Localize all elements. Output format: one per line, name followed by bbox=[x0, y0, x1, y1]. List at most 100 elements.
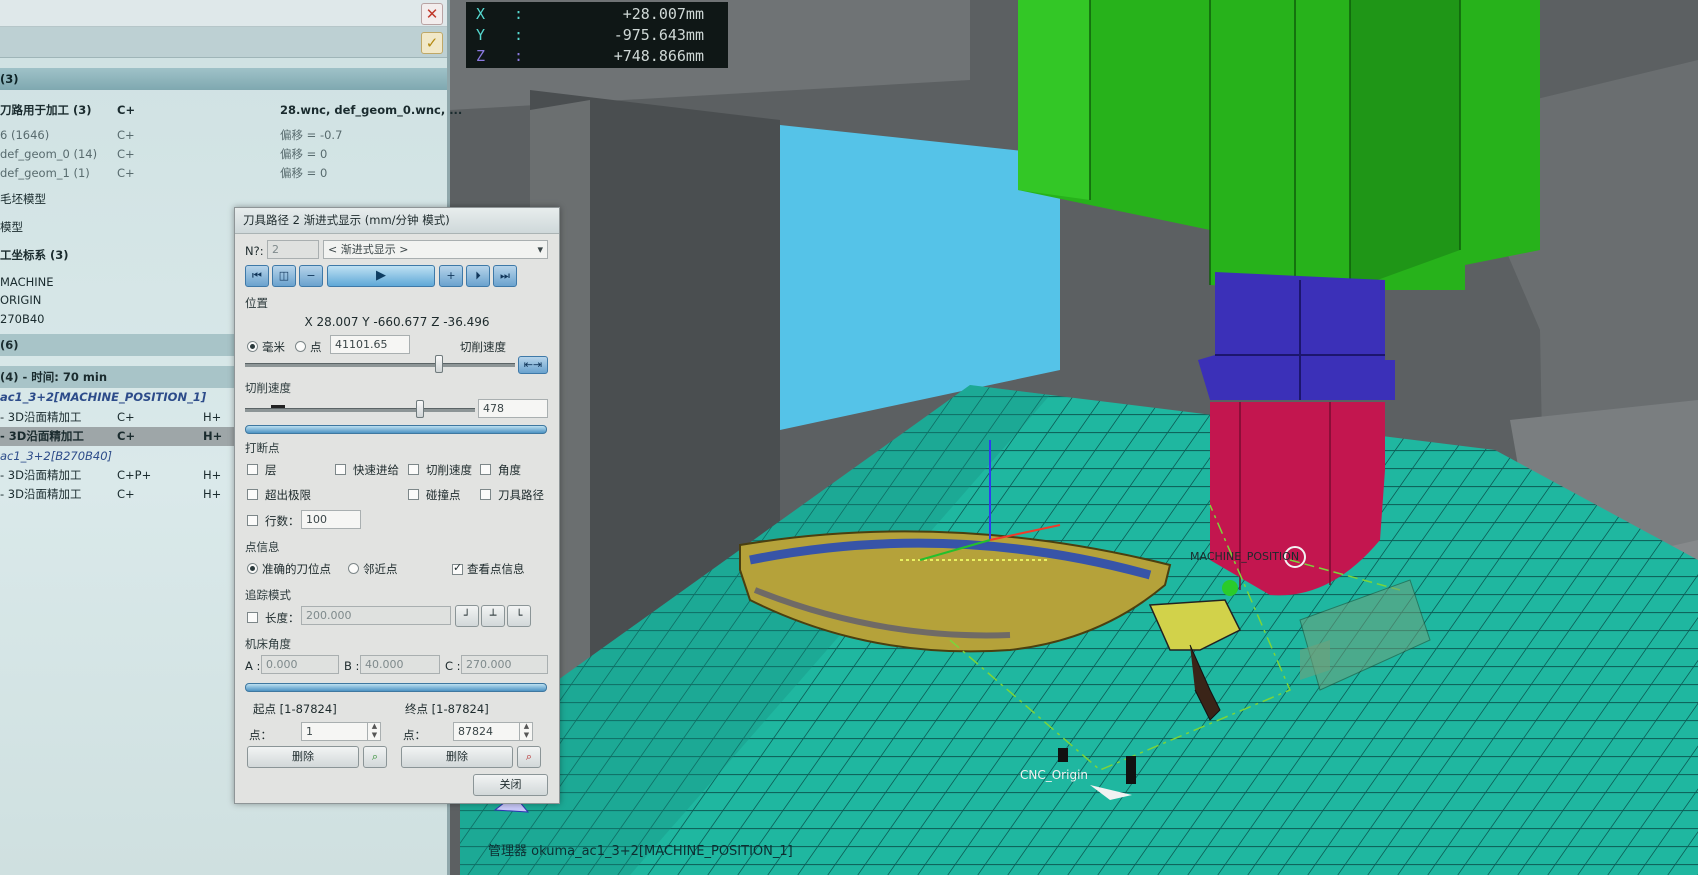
delete-start-button[interactable]: 删除 bbox=[247, 746, 359, 768]
coord-y-row: Y: -975.643mm bbox=[476, 25, 718, 46]
tree-cell-c1: ORIGIN bbox=[0, 293, 42, 307]
start-spinner-icon[interactable]: ▲ ▼ bbox=[367, 722, 381, 741]
3d-viewport[interactable]: CNC_Origin MACHINE_POSITION bbox=[450, 0, 1698, 875]
tree-cell-c2: C+ bbox=[117, 128, 135, 142]
lines-field[interactable]: 100 bbox=[301, 510, 361, 529]
position-slider-track[interactable] bbox=[245, 363, 515, 367]
checkbox-cutspeed[interactable] bbox=[408, 464, 419, 475]
checkbox-collision[interactable] bbox=[408, 489, 419, 500]
position-field[interactable]: 41101.65 bbox=[330, 335, 410, 354]
tree-cell-c4: 偏移 = -0.7 bbox=[280, 128, 343, 142]
angle-c-field[interactable]: 270.000 bbox=[461, 655, 548, 674]
coord-z-value: +748.866mm bbox=[613, 47, 704, 65]
pick-end-icon[interactable]: ⌕ bbox=[517, 746, 541, 768]
dialog-title: 刀具路径 2 渐进式显示 (mm/分钟 模式) bbox=[235, 208, 559, 234]
position-slider-thumb[interactable] bbox=[435, 355, 444, 373]
angle-a-field[interactable]: 0.000 bbox=[261, 655, 339, 674]
checkbox-overtravel[interactable] bbox=[247, 489, 258, 500]
first-frame-button[interactable]: ⏮ bbox=[245, 265, 269, 287]
tree-cell-c3: H+ bbox=[203, 468, 222, 482]
accept-check-icon[interactable]: ✓ bbox=[421, 32, 443, 54]
checkbox-layer-label: 层 bbox=[265, 463, 277, 477]
tree-cell-c1: def_geom_0 (14) bbox=[0, 147, 98, 161]
checkbox-toolpath[interactable] bbox=[480, 489, 491, 500]
end-spinner-icon[interactable]: ▲ ▼ bbox=[519, 722, 533, 741]
radio-near-point-label: 邻近点 bbox=[363, 562, 398, 576]
machine-angle-group-label: 机床角度 bbox=[245, 637, 291, 651]
tree-toolbar: ✓ bbox=[0, 27, 447, 58]
tree-cell-c1: 模型 bbox=[0, 220, 23, 234]
tree-row[interactable]: def_geom_0 (14) C+ 偏移 = 0 bbox=[0, 145, 447, 164]
tree-cell-c4: 偏移 = 0 bbox=[280, 147, 328, 161]
tree-cell-c1: - 3D沿面精加工 bbox=[0, 487, 82, 501]
tree-cell-c1: ac1_3+2[MACHINE_POSITION_1] bbox=[0, 390, 207, 404]
checkbox-view-point-info-label: 查看点信息 bbox=[467, 562, 525, 576]
length-field[interactable]: 200.000 bbox=[301, 606, 451, 625]
trace-mode-l-button[interactable]: └ bbox=[507, 605, 531, 627]
position-group-label: 位置 bbox=[245, 296, 268, 310]
coord-x-row: X: +28.007mm bbox=[476, 4, 718, 25]
coord-y-value: -975.643mm bbox=[613, 26, 704, 44]
point-info-group-label: 点信息 bbox=[245, 540, 280, 554]
cut-speed-link[interactable]: 切削速度 bbox=[460, 339, 506, 355]
tree-cell-c1: 270B40 bbox=[0, 312, 45, 326]
n-label: N?: bbox=[245, 244, 264, 258]
mode-select-value: < 渐进式显示 > bbox=[328, 243, 409, 256]
breakpoint-group-label: 打断点 bbox=[245, 441, 280, 455]
checkbox-rapid[interactable] bbox=[335, 464, 346, 475]
checkbox-view-point-info[interactable] bbox=[452, 561, 463, 575]
checkbox-length[interactable] bbox=[247, 612, 258, 623]
plus-button[interactable]: + bbox=[439, 265, 463, 287]
close-button[interactable]: 关闭 bbox=[473, 774, 548, 796]
checkbox-angle[interactable] bbox=[480, 464, 491, 475]
tree-cell-c2: C+ bbox=[117, 429, 136, 443]
trace-mode-t-button[interactable]: ┴ bbox=[481, 605, 505, 627]
step-back-button[interactable]: ◫ bbox=[272, 265, 296, 287]
tree-cell-c2: C+ bbox=[117, 166, 135, 180]
delete-end-button[interactable]: 删除 bbox=[401, 746, 513, 768]
tree-row[interactable]: 刀路用于加工 (3) C+ 28.wnc, def_geom_0.wnc, ... bbox=[0, 101, 462, 120]
tree-cell-c1: - 3D沿面精加工 bbox=[0, 429, 84, 443]
end-point-field-label: 点： bbox=[403, 728, 426, 742]
tree-cell-c2: C+ bbox=[117, 410, 135, 424]
radio-point[interactable] bbox=[295, 341, 306, 352]
radio-mm[interactable] bbox=[247, 341, 258, 352]
tree-cell-c3: H+ bbox=[203, 487, 222, 501]
tree-cell-c2: C+ bbox=[117, 103, 136, 117]
minus-button[interactable]: − bbox=[299, 265, 323, 287]
tree-row[interactable]: def_geom_1 (1) C+ 偏移 = 0 bbox=[0, 164, 447, 183]
collapse-bar-top[interactable] bbox=[245, 425, 547, 434]
radio-exact-point-label: 准确的刀位点 bbox=[262, 562, 331, 576]
trace-mode-corner-button[interactable]: ┘ bbox=[455, 605, 479, 627]
tree-row[interactable]: 6 (1646) C+ 偏移 = -0.7 bbox=[0, 126, 447, 145]
last-frame-button[interactable]: ⏭ bbox=[493, 265, 517, 287]
checkbox-lines-label: 行数： bbox=[265, 514, 300, 528]
fit-range-button[interactable]: ⇤⇥ bbox=[518, 356, 548, 374]
tree-cell-c1: 6 (1646) bbox=[0, 128, 50, 142]
machine-position-label: MACHINE_POSITION bbox=[1190, 550, 1300, 563]
tree-cell-c4: 28.wnc, def_geom_0.wnc, ... bbox=[280, 103, 463, 117]
checkbox-overtravel-label: 超出极限 bbox=[265, 488, 311, 502]
checkbox-lines[interactable] bbox=[247, 515, 258, 526]
tree-cell-c2: C+ bbox=[117, 487, 135, 501]
tree-cell-c1: - 3D沿面精加工 bbox=[0, 468, 82, 482]
angle-c-label: C : bbox=[445, 659, 461, 673]
step-forward-button[interactable]: ⏵ bbox=[466, 265, 490, 287]
n-field[interactable]: 2 bbox=[267, 240, 319, 259]
chevron-down-icon: ▾ bbox=[537, 243, 543, 256]
collapse-bar-bottom[interactable] bbox=[245, 683, 547, 692]
speed-slider-thumb[interactable] bbox=[415, 400, 424, 418]
radio-exact-point[interactable] bbox=[247, 563, 258, 574]
position-readout: X 28.007 Y -660.677 Z -36.496 bbox=[304, 315, 490, 329]
mode-select[interactable]: < 渐进式显示 > ▾ bbox=[323, 240, 548, 259]
play-button[interactable]: ▶ bbox=[327, 265, 435, 287]
angle-b-field[interactable]: 40.000 bbox=[360, 655, 440, 674]
checkbox-collision-label: 碰撞点 bbox=[426, 488, 461, 502]
speed-field[interactable]: 478 bbox=[478, 399, 548, 418]
tree-row[interactable]: (3) bbox=[0, 68, 447, 90]
checkbox-layer[interactable] bbox=[247, 464, 258, 475]
radio-near-point[interactable] bbox=[348, 563, 359, 574]
close-icon[interactable]: ✕ bbox=[421, 3, 443, 25]
speed-slider-track[interactable] bbox=[245, 408, 475, 412]
pick-start-icon[interactable]: ⌕ bbox=[363, 746, 387, 768]
